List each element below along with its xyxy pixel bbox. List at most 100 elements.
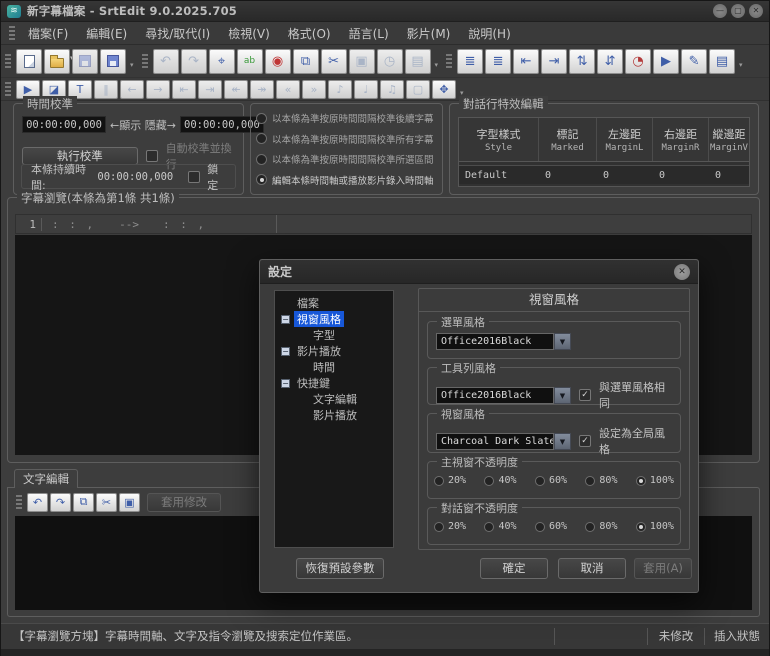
menu-item-2[interactable]: 尋找/取代(I) (136, 23, 219, 44)
find-button[interactable]: ⌖ (208, 48, 235, 74)
go-first-button[interactable]: ⇤ (172, 79, 196, 99)
tab-text-editor[interactable]: 文字編輯 (14, 469, 78, 488)
menu-item-5[interactable]: 語言(L) (340, 23, 398, 44)
minimize-button[interactable]: — (713, 4, 727, 18)
undo-button[interactable]: ↶ (27, 492, 48, 512)
main-opacity-option-80[interactable]: 80% (585, 475, 617, 486)
lock-duration-checkbox[interactable]: ✓ (188, 170, 201, 183)
tree-expand-box-icon[interactable]: − (281, 314, 290, 324)
dialog-opacity-option-80[interactable]: 80% (585, 521, 617, 532)
cancel-button[interactable]: 取消 (558, 558, 626, 579)
menu-style-value[interactable]: Office2016Black (436, 333, 554, 350)
tree-item-4[interactable]: 時間 (275, 359, 393, 375)
auto-calibrate-checkbox[interactable]: ✓ (145, 150, 158, 162)
record-select-button[interactable]: ◉ (264, 48, 291, 74)
apply-button[interactable]: 套用(A) (634, 558, 692, 579)
save-file-button[interactable] (72, 48, 98, 74)
set-global-style-checkbox[interactable]: ✓ (579, 435, 591, 447)
calibration-mode-option-1[interactable]: 以本條為準按原時間間隔校準所有字幕 (256, 132, 437, 146)
paste-button[interactable]: ▣ (119, 492, 140, 512)
move-line-up-button[interactable]: ⇅ (569, 48, 596, 74)
volume-down-button[interactable]: ♩ (354, 79, 378, 99)
undo-button[interactable]: ↶ (152, 48, 179, 74)
toolbar-style-value[interactable]: Office2016Black (436, 386, 554, 404)
new-file-button[interactable] (16, 48, 42, 74)
menu-style-dropdown-arrow-icon[interactable]: ▼ (554, 333, 571, 350)
maximize-button[interactable]: ▢ (731, 4, 745, 18)
menu-item-0[interactable]: 檔案(F) (19, 23, 77, 44)
tree-item-1[interactable]: − 視窗風格 (275, 311, 393, 327)
align-lines-bottom-button[interactable]: ≣ (485, 48, 512, 74)
main-opacity-option-20[interactable]: 20% (434, 475, 466, 486)
replace-button[interactable]: ab (236, 48, 263, 74)
toolbar-overflow-caret-icon[interactable]: ▾ (435, 61, 439, 69)
go-last-button[interactable]: ⇥ (198, 79, 222, 99)
fullscreen-button[interactable]: ✥ (432, 79, 456, 99)
time-shift-button[interactable]: ◔ (625, 48, 652, 74)
copy-button[interactable]: ⧉ (73, 492, 94, 512)
main-opacity-option-40[interactable]: 40% (484, 475, 517, 486)
tree-expand-box-icon[interactable]: − (281, 346, 290, 356)
apply-changes-button[interactable]: 套用修改 (147, 492, 221, 512)
paste-special-button[interactable]: ▤ (404, 48, 431, 74)
video-window-button[interactable]: ▢ (406, 79, 430, 99)
tree-expand-box-icon[interactable]: − (281, 378, 290, 388)
dialog-opacity-option-100[interactable]: 100% (635, 521, 674, 532)
step-back-button[interactable]: ← (120, 79, 144, 99)
rewind-button[interactable]: « (276, 79, 300, 99)
menu-item-6[interactable]: 影片(M) (398, 23, 460, 44)
next-subtitle-button[interactable]: ↠ (250, 79, 274, 99)
restore-defaults-button[interactable]: 恢復預設參數 (296, 558, 384, 579)
toolbar-overflow-caret-icon[interactable]: ▾ (739, 61, 743, 69)
toolbar-grip-handle[interactable] (5, 82, 11, 96)
copy-button[interactable]: ⧉ (292, 48, 319, 74)
music-note-button[interactable]: ♫ (380, 79, 404, 99)
main-opacity-option-60[interactable]: 60% (534, 475, 567, 486)
close-button[interactable]: ✕ (749, 4, 763, 18)
calibration-mode-option-2[interactable]: 以本條為準按原時間間隔校準所選區間 (256, 152, 437, 166)
menubar-grip-handle[interactable] (9, 26, 15, 40)
paste-button[interactable]: ▣ (348, 48, 375, 74)
tree-item-5[interactable]: − 快捷鍵 (275, 375, 393, 391)
edit-pen-button[interactable]: ✎ (681, 48, 708, 74)
cut-button[interactable]: ✂ (96, 492, 117, 512)
calibration-mode-option-3[interactable]: 編輯本條時間軸或播放影片錄入時間軸 (256, 173, 437, 187)
window-style-dropdown-arrow-icon[interactable]: ▼ (554, 432, 571, 450)
tree-item-3[interactable]: − 影片播放 (275, 343, 393, 359)
toolbar-grip-handle[interactable] (141, 54, 148, 68)
fast-forward-button[interactable]: » (302, 79, 326, 99)
move-line-down-button[interactable]: ⇵ (597, 48, 624, 74)
settings-dialog-close-icon[interactable]: ✕ (674, 263, 690, 280)
toolbar-grip-handle[interactable] (5, 54, 11, 68)
help-book-button[interactable]: ▤ (709, 48, 736, 74)
cut-button[interactable]: ✂ (320, 48, 347, 74)
menu-item-7[interactable]: 說明(H) (459, 23, 519, 44)
open-file-button[interactable]: ▾ (44, 48, 74, 74)
paste-time-button[interactable]: ◷ (376, 48, 403, 74)
redo-button[interactable]: ↷ (180, 48, 207, 74)
play-range-button[interactable]: ▶ (653, 48, 680, 74)
calibration-mode-option-0[interactable]: 以本條為準按原時間間隔校準後續字幕 (256, 111, 437, 125)
toolbar-grip-handle[interactable] (446, 54, 453, 68)
prev-subtitle-button[interactable]: ↞ (224, 79, 248, 99)
step-forward-button[interactable]: → (146, 79, 170, 99)
tree-item-0[interactable]: 檔案 (275, 295, 393, 311)
indent-left-button[interactable]: ⇤ (513, 48, 540, 74)
pause-button[interactable]: ‖ (94, 79, 118, 99)
dialog-opacity-option-20[interactable]: 20% (434, 521, 466, 532)
window-style-value[interactable]: Charcoal Dark Slate (436, 432, 554, 450)
dialog-opacity-option-40[interactable]: 40% (484, 521, 517, 532)
effects-table-row[interactable]: Default 0 0 0 0 (459, 165, 749, 184)
toolbar-style-dropdown-arrow-icon[interactable]: ▼ (554, 386, 571, 404)
toolbar-overflow-caret-icon[interactable]: ▾ (130, 61, 134, 69)
tree-item-2[interactable]: 字型 (275, 327, 393, 343)
dialog-opacity-option-60[interactable]: 60% (534, 521, 567, 532)
editor-toolbar-grip-handle[interactable] (16, 495, 22, 509)
volume-up-button[interactable]: ♪ (328, 79, 352, 99)
redo-button[interactable]: ↷ (50, 492, 71, 512)
same-as-menu-checkbox[interactable]: ✓ (579, 389, 591, 401)
align-lines-top-button[interactable]: ≣ (457, 48, 484, 74)
show-time-input[interactable] (22, 116, 106, 133)
ok-button[interactable]: 確定 (480, 558, 548, 579)
tree-item-7[interactable]: 影片播放 (275, 407, 393, 423)
